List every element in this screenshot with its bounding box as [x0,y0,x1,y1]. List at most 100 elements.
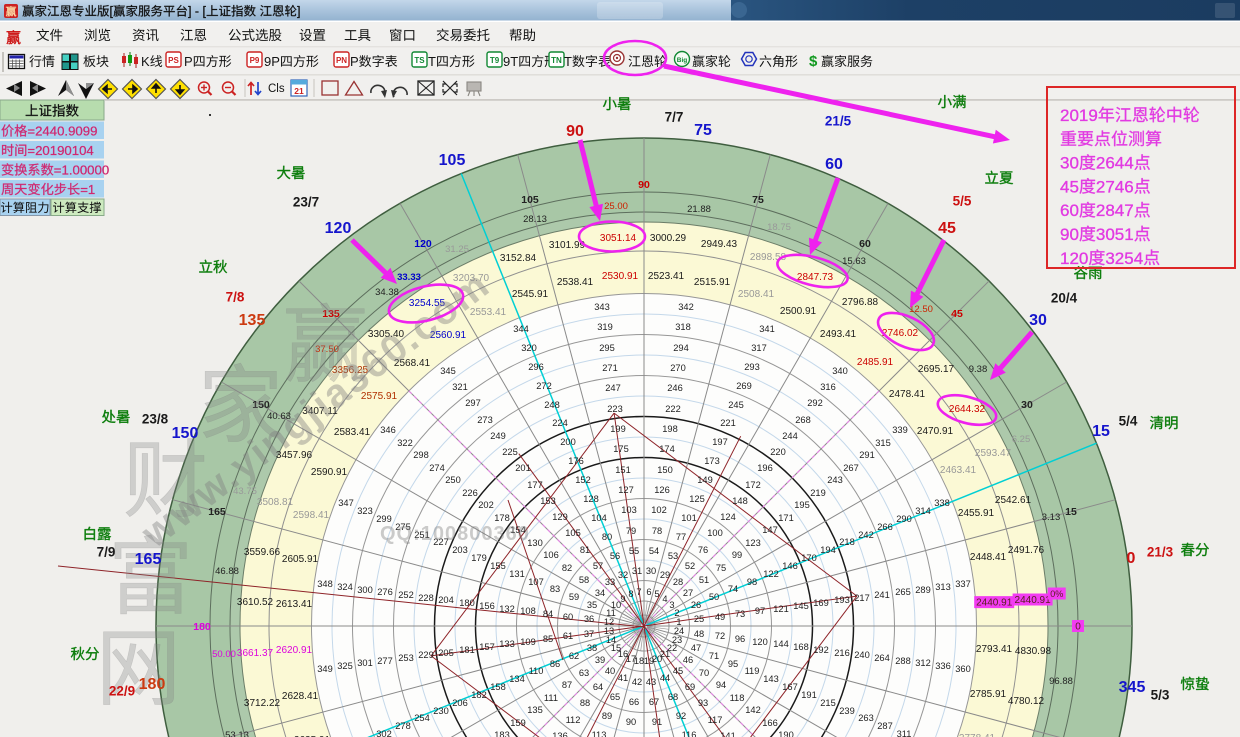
svg-text:345: 345 [440,366,456,376]
svg-text:15.63: 15.63 [842,256,866,267]
svg-text:35: 35 [587,600,597,610]
svg-text:52: 52 [685,561,695,571]
svg-text:7/7: 7/7 [665,110,684,125]
svg-text:20/4: 20/4 [1051,291,1078,306]
svg-text:193: 193 [834,595,850,605]
svg-text:49: 49 [715,612,725,622]
svg-text:215: 215 [820,698,836,708]
svg-text:2593.47: 2593.47 [975,448,1012,459]
svg-text:246: 246 [667,383,683,393]
svg-text:26: 26 [691,600,701,610]
svg-text:348: 348 [317,579,333,589]
svg-text:9T: 9T [503,54,518,69]
svg-text:QQ:100800360: QQ:100800360 [380,523,530,545]
svg-text:290: 290 [896,514,912,524]
svg-text:P: P [184,54,193,69]
svg-text:127: 127 [618,485,634,495]
svg-text:51: 51 [699,575,709,585]
svg-text:76: 76 [698,545,708,555]
svg-text:46: 46 [683,655,693,665]
svg-text:270: 270 [670,363,686,373]
svg-text:171: 171 [778,513,794,523]
svg-text:120: 120 [414,238,432,250]
svg-text:198: 198 [662,424,678,434]
svg-text:181: 181 [459,645,475,655]
svg-text:0%: 0% [1050,589,1063,599]
svg-text:225: 225 [502,447,518,457]
svg-text:0: 0 [1075,622,1081,633]
svg-text:=2440.9099: =2440.9099 [27,124,97,139]
svg-text:158: 158 [490,682,506,692]
svg-text:4830.98: 4830.98 [1015,646,1052,657]
svg-text:]: ] [297,5,300,19]
svg-text:2508.41: 2508.41 [738,289,775,300]
svg-text:239: 239 [839,706,855,716]
svg-text:=1: =1 [80,182,95,197]
svg-text:345: 345 [1119,679,1146,696]
svg-text:113: 113 [592,730,607,737]
svg-text:88: 88 [580,698,590,708]
svg-text:146: 146 [782,561,798,571]
svg-text:134: 134 [509,674,525,684]
svg-text:340: 340 [832,366,848,376]
svg-text:199: 199 [610,424,626,434]
svg-text:86: 86 [550,659,560,669]
svg-text:123: 123 [745,538,761,548]
svg-text:216: 216 [834,648,850,658]
svg-text:292: 292 [807,398,823,408]
svg-text:21: 21 [294,86,304,96]
svg-text:78: 78 [652,526,662,536]
svg-text:5: 5 [654,589,659,599]
svg-text:132: 132 [499,604,515,614]
svg-text:34: 34 [595,588,605,598]
svg-text:294: 294 [673,343,689,353]
svg-text:3051.14: 3051.14 [600,233,637,244]
svg-text:T9: T9 [490,56,500,65]
svg-text:21/3: 21/3 [1147,545,1174,560]
svg-text:48: 48 [694,629,704,639]
svg-text:96: 96 [735,634,745,644]
svg-text:P: P [350,54,359,69]
svg-text:43: 43 [646,677,656,687]
svg-text:178: 178 [494,513,510,523]
svg-text:150: 150 [657,465,673,475]
svg-text:84: 84 [543,609,553,619]
svg-text:50.00: 50.00 [212,649,236,660]
svg-text:3712.22: 3712.22 [244,698,281,709]
svg-text:2542.61: 2542.61 [995,495,1032,506]
svg-text:60: 60 [859,238,871,250]
svg-text:64: 64 [593,682,603,692]
svg-text:2545.91: 2545.91 [512,289,549,300]
svg-text:33: 33 [605,577,615,587]
svg-text:90: 90 [566,123,584,140]
svg-text:105: 105 [565,528,581,538]
svg-text:346: 346 [380,425,396,435]
svg-text:174: 174 [659,444,675,454]
svg-text:30: 30 [1029,312,1047,329]
svg-text:343: 343 [594,302,610,312]
svg-text:218: 218 [839,537,855,547]
svg-text:217: 217 [854,593,870,603]
svg-text:82: 82 [562,563,572,573]
svg-text:23: 23 [672,635,682,645]
svg-text:Cls: Cls [268,83,285,95]
svg-text:319: 319 [597,322,613,332]
svg-text:2583.41: 2583.41 [334,427,371,438]
svg-text:318: 318 [675,322,691,332]
svg-text:252: 252 [398,590,414,600]
svg-text:0: 0 [1127,550,1136,567]
svg-text:243: 243 [827,475,843,485]
svg-text:66: 66 [629,697,639,707]
svg-text:109: 109 [520,637,536,647]
svg-text:61: 61 [563,631,573,641]
svg-text:2605.91: 2605.91 [282,554,319,565]
svg-text:205: 205 [438,648,454,658]
svg-text:170: 170 [801,553,817,563]
svg-text:53: 53 [668,551,678,561]
svg-text:2778.41: 2778.41 [959,733,996,737]
svg-text:18: 18 [634,656,644,666]
svg-text:195: 195 [794,500,810,510]
svg-text:168: 168 [793,642,809,652]
svg-text:142: 142 [745,705,761,715]
svg-text:23/7: 23/7 [293,195,319,210]
